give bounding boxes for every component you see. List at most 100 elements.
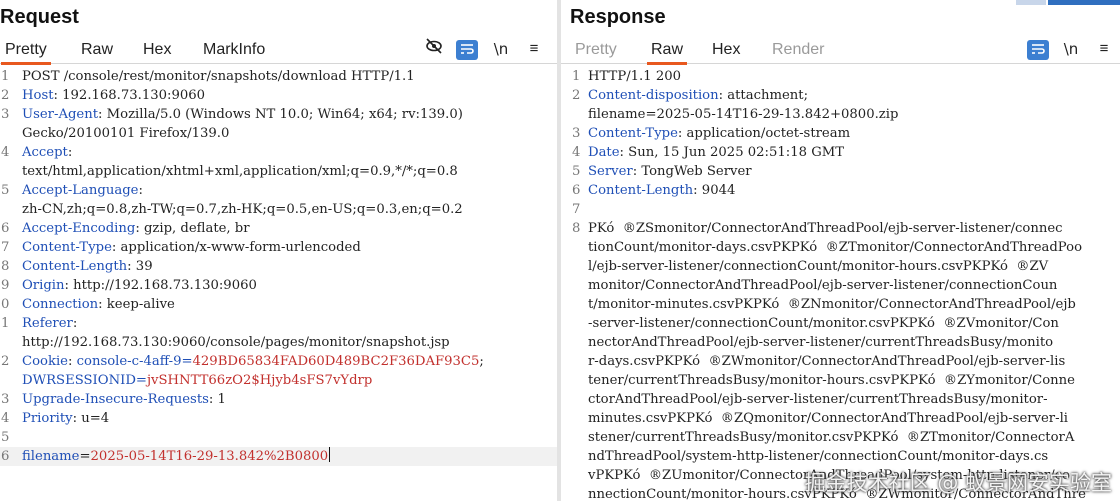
line-content: filename=2025-05-14T16-29-13.842+0800.zi…	[588, 105, 898, 124]
line-text: stener/currentThreadsBusy/monitor.csvPKP…	[588, 430, 1075, 445]
line-text: : keep-alive	[98, 297, 175, 312]
menu-icon[interactable]: ≡	[523, 38, 545, 60]
line-content: HTTP/1.1 200	[588, 67, 681, 86]
line-text: ndThreadPool/system-http-listener/connec…	[588, 449, 1049, 464]
line-content: Content-Type: application/x-www-form-url…	[22, 238, 361, 257]
param-value: 2025-05-14T16-29-13.842%2B0800	[90, 449, 329, 464]
line-content: http://192.168.73.130:9060/console/pages…	[22, 333, 450, 352]
line-content: nectorAndThreadPool/ejb-server-listener/…	[588, 333, 1053, 352]
line-content: filename=2025-05-14T16-29-13.842%2B0800	[22, 447, 331, 466]
line-content: Content-disposition: attachment;	[588, 86, 808, 105]
response-title: Response	[570, 6, 666, 28]
line-content: Upgrade-Insecure-Requests: 1	[22, 390, 226, 409]
newline-toggle-button[interactable]: \n	[490, 38, 512, 60]
tab-raw[interactable]: Raw	[81, 40, 113, 64]
line-content: zh-CN,zh;q=0.8,zh-TW;q=0.7,zh-HK;q=0.5,e…	[22, 200, 463, 219]
line-text: -server-listener/connectionCount/monitor…	[588, 316, 1059, 331]
code-line: 9 Origin: http://192.168.73.130:9060	[0, 276, 557, 295]
code-line: 1 HTTP/1.1 200	[561, 67, 1120, 86]
newline-toggle-button[interactable]: \n	[1060, 38, 1082, 60]
line-text: Gecko/20100101 Firefox/139.0	[22, 126, 230, 141]
line-text: :	[138, 183, 143, 198]
line-number: 9	[1, 278, 10, 293]
wrap-lines-icon[interactable]	[1027, 40, 1049, 60]
line-content: Origin: http://192.168.73.130:9060	[22, 276, 257, 295]
line-number: 8	[1, 259, 10, 274]
line-content: Date: Sun, 15 Jun 2025 02:51:18 GMT	[588, 143, 844, 162]
line-content: Host: 192.168.73.130:9060	[22, 86, 205, 105]
header-name: Server	[588, 164, 633, 179]
line-number: 2	[572, 88, 581, 103]
line-content: Content-Length: 39	[22, 257, 153, 276]
line-number: 6	[1, 221, 10, 236]
line-number: 6	[1, 449, 10, 464]
header-name: Cookie	[22, 354, 68, 369]
window-controls	[1016, 0, 1120, 5]
tab-render[interactable]: Render	[772, 40, 824, 64]
code-line: 6 Accept-Encoding: gzip, deflate, br	[0, 219, 557, 238]
header-separator: :	[67, 354, 77, 369]
line-text: zh-CN,zh;q=0.8,zh-TW;q=0.7,zh-HK;q=0.5,e…	[22, 202, 463, 217]
line-content: monitor/ConnectorAndThreadPool/ejb-serve…	[588, 276, 1057, 295]
line-text: PKó ®ZSmonitor/ConnectorAndThreadPool/ej…	[588, 221, 1063, 236]
line-number: 4	[1, 411, 10, 426]
header-name: Host	[22, 88, 54, 103]
cookie-separator: ;	[479, 354, 484, 369]
line-text: monitor/ConnectorAndThreadPool/ejb-serve…	[588, 278, 1058, 293]
line-content: Priority: u=4	[22, 409, 109, 428]
wrap-lines-icon[interactable]	[456, 40, 478, 60]
tab-raw[interactable]: Raw	[646, 40, 688, 65]
tab-hex[interactable]: Hex	[712, 40, 740, 64]
header-name: Connection	[22, 297, 99, 312]
line-text: : http://192.168.73.130:9060	[64, 278, 257, 293]
code-line: tionCount/monitor-days.csvPKPKó ®ZTmonit…	[561, 238, 1120, 257]
header-name: User-Agent	[22, 107, 99, 122]
response-editor[interactable]: 1 HTTP/1.1 200 2 Content-disposition: attac…	[561, 67, 1120, 501]
tab-pretty[interactable]: Pretty	[575, 40, 617, 64]
header-name: Content-Length	[22, 259, 128, 274]
line-text: text/html,application/xhtml+xml,applicat…	[22, 164, 458, 179]
line-number: 8	[572, 221, 581, 236]
request-editor[interactable]: 1 POST /console/rest/monitor/snapshots/do…	[0, 67, 557, 501]
line-number: 1	[1, 316, 10, 331]
line-text: : application/x-www-form-urlencoded	[111, 240, 361, 255]
line-text: tener/currentThreadsBusy/monitor-hours.c…	[588, 373, 1075, 388]
line-content: -server-listener/connectionCount/monitor…	[588, 314, 1059, 333]
code-line: 1 POST /console/rest/monitor/snapshots/do…	[0, 67, 557, 86]
cookie-value: jvSHNTT66zO2$Hjyb4sFS7vYdrp	[146, 373, 373, 388]
eye-off-icon[interactable]	[423, 38, 445, 60]
menu-icon[interactable]: ≡	[1093, 38, 1115, 60]
line-text: t/monitor-minutes.csvPKPKó ®ZNmonitor/Co…	[588, 297, 1076, 312]
code-line: 5	[0, 428, 557, 447]
line-number: 4	[1, 145, 10, 160]
line-content: text/html,application/xhtml+xml,applicat…	[22, 162, 458, 181]
tab-pretty[interactable]: Pretty	[1, 40, 51, 65]
line-number: 2	[1, 354, 10, 369]
line-content: Accept-Language:	[22, 181, 143, 200]
param-equals: =	[79, 449, 91, 464]
response-pane: Response Pretty Raw Hex Render \n ≡ 1 HTT…	[561, 0, 1120, 501]
line-text: : application/octet-stream	[677, 126, 851, 141]
line-text: : 1	[208, 392, 226, 407]
line-number: 6	[572, 183, 581, 198]
code-line: 5 Server: TongWeb Server	[561, 162, 1120, 181]
line-content: ctorAndThreadPool/ejb-server-listener/cu…	[588, 390, 1048, 409]
line-number: 4	[572, 145, 581, 160]
code-line: 0 Connection: keep-alive	[0, 295, 557, 314]
line-text: : gzip, deflate, br	[135, 221, 250, 236]
line-text: filename=2025-05-14T16-29-13.842+0800.zi…	[588, 107, 899, 122]
line-text: : 192.168.73.130:9060	[53, 88, 206, 103]
line-number: 5	[1, 430, 10, 445]
header-name: Accept-Encoding	[22, 221, 136, 236]
cookie-equals: =	[135, 373, 147, 388]
header-name: Upgrade-Insecure-Requests	[22, 392, 209, 407]
header-name: Accept	[22, 145, 68, 160]
code-line: text/html,application/xhtml+xml,applicat…	[0, 162, 557, 181]
tab-markinfo[interactable]: MarkInfo	[203, 40, 265, 64]
line-content: Gecko/20100101 Firefox/139.0	[22, 124, 229, 143]
line-content: POST /console/rest/monitor/snapshots/dow…	[22, 67, 415, 86]
tab-hex[interactable]: Hex	[143, 40, 171, 64]
code-line: Gecko/20100101 Firefox/139.0	[0, 124, 557, 143]
line-text: : 39	[127, 259, 153, 274]
line-content: ndThreadPool/system-http-listener/connec…	[588, 447, 1048, 466]
